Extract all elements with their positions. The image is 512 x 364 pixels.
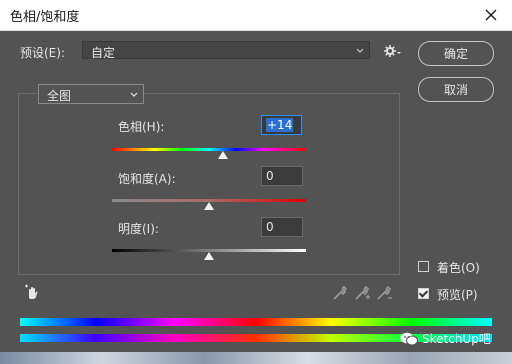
cancel-button[interactable]: 取消 bbox=[418, 77, 494, 102]
watermark-text: SketchUp吧 bbox=[422, 332, 491, 346]
preset-label: 预设(E): bbox=[20, 46, 65, 60]
background-image-strip bbox=[0, 352, 512, 364]
watermark: SketchUp吧 bbox=[400, 330, 491, 347]
preview-label[interactable]: 预览(P) bbox=[437, 286, 478, 303]
preset-dropdown[interactable]: 自定 bbox=[82, 41, 370, 60]
saturation-slider-thumb[interactable] bbox=[204, 202, 214, 210]
hue-slider-thumb[interactable] bbox=[217, 151, 228, 159]
ok-button[interactable]: 确定 bbox=[418, 41, 494, 66]
eyedropper-add-button[interactable] bbox=[354, 285, 370, 301]
colorize-label[interactable]: 着色(O) bbox=[437, 259, 480, 276]
adjustments-group bbox=[18, 93, 400, 275]
lightness-slider-thumb[interactable] bbox=[204, 252, 214, 260]
chevron-down-icon bbox=[355, 45, 365, 59]
hand-icon bbox=[25, 284, 38, 299]
eyedropper-plus-icon bbox=[355, 285, 370, 300]
gear-icon bbox=[384, 45, 401, 57]
eyedropper-icon bbox=[333, 285, 348, 300]
saturation-label: 饱和度(A): bbox=[118, 172, 176, 186]
hue-value: +14 bbox=[266, 118, 294, 132]
saturation-input[interactable]: 0 bbox=[261, 166, 303, 186]
eyedropper-subtract-button[interactable] bbox=[376, 285, 392, 301]
close-icon bbox=[485, 9, 497, 21]
input-color-bar bbox=[20, 318, 492, 326]
colorize-checkbox[interactable] bbox=[418, 261, 429, 272]
hue-input[interactable]: +14 bbox=[261, 115, 302, 135]
preset-options-button[interactable] bbox=[383, 43, 401, 59]
chevron-down-icon bbox=[129, 89, 139, 103]
hue-label: 色相(H): bbox=[118, 120, 165, 134]
window-title: 色相/饱和度 bbox=[10, 10, 80, 25]
lightness-label: 明度(I): bbox=[118, 222, 159, 236]
preview-checkbox[interactable] bbox=[418, 288, 429, 299]
wechat-icon bbox=[400, 332, 418, 345]
close-button[interactable] bbox=[478, 2, 504, 28]
eyedropper-button[interactable] bbox=[332, 285, 348, 301]
channel-value: 全图 bbox=[47, 89, 72, 103]
lightness-input[interactable]: 0 bbox=[261, 217, 303, 237]
saturation-value: 0 bbox=[266, 169, 274, 183]
title-bar: 色相/饱和度 bbox=[0, 0, 512, 31]
channel-dropdown[interactable]: 全图 bbox=[38, 84, 144, 104]
hue-slider-track[interactable] bbox=[112, 148, 306, 151]
preset-value: 自定 bbox=[91, 46, 116, 60]
targeted-adjustment-tool[interactable] bbox=[24, 284, 40, 300]
lightness-value: 0 bbox=[266, 220, 274, 234]
eyedropper-minus-icon bbox=[377, 285, 392, 300]
